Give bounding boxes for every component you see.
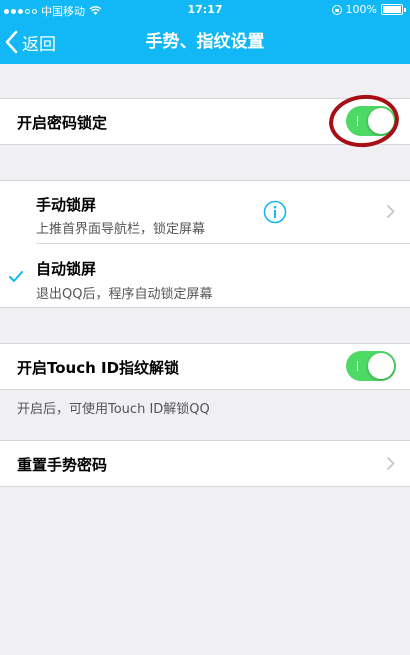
status-bar: 中国移动 17:17 100% <box>0 0 410 20</box>
passcode-row: 开启密码锁定 <box>0 91 410 151</box>
lock-mode-group: 手动锁屏 上推首界面导航栏，锁定屏幕 自动锁屏 退出QQ后，程序自动锁定屏幕 <box>0 180 410 308</box>
battery-icon <box>381 4 403 15</box>
nav-bar: 返回 手势、指纹设置 <box>0 20 410 64</box>
checkmark-icon <box>9 271 23 282</box>
chevron-right-icon <box>386 204 395 219</box>
reset-group: 重置手势密码 <box>0 440 410 487</box>
passcode-group: 开启密码锁定 <box>0 91 410 151</box>
chevron-right-icon <box>386 456 395 471</box>
battery-percent: 100% <box>345 3 377 16</box>
page-title: 手势、指纹设置 <box>145 32 265 52</box>
orientation-lock-icon <box>331 4 342 15</box>
auto-lock-subtitle: 退出QQ后，程序自动锁定屏幕 <box>36 287 213 302</box>
manual-lock-subtitle: 上推首界面导航栏，锁定屏幕 <box>36 222 206 237</box>
touch-id-note: 开启后，可使用Touch ID解锁QQ <box>17 402 210 417</box>
list-item-manual-lock[interactable]: 手动锁屏 上推首界面导航栏，锁定屏幕 <box>0 181 410 243</box>
auto-lock-title: 自动锁屏 <box>36 260 97 278</box>
touch-id-group: 开启Touch ID指纹解锁 <box>0 343 410 390</box>
reset-gesture-label: 重置手势密码 <box>17 456 108 474</box>
list-item-auto-lock[interactable]: 自动锁屏 退出QQ后，程序自动锁定屏幕 <box>0 243 410 306</box>
info-icon[interactable] <box>263 200 287 224</box>
highlight-ring <box>326 91 402 151</box>
touch-id-toggle[interactable] <box>346 351 396 381</box>
reset-gesture-row[interactable]: 重置手势密码 <box>0 441 410 486</box>
manual-lock-title: 手动锁屏 <box>36 196 97 214</box>
touch-id-row: 开启Touch ID指纹解锁 <box>0 344 410 389</box>
passcode-label: 开启密码锁定 <box>17 114 108 132</box>
touch-id-label: 开启Touch ID指纹解锁 <box>17 359 180 377</box>
